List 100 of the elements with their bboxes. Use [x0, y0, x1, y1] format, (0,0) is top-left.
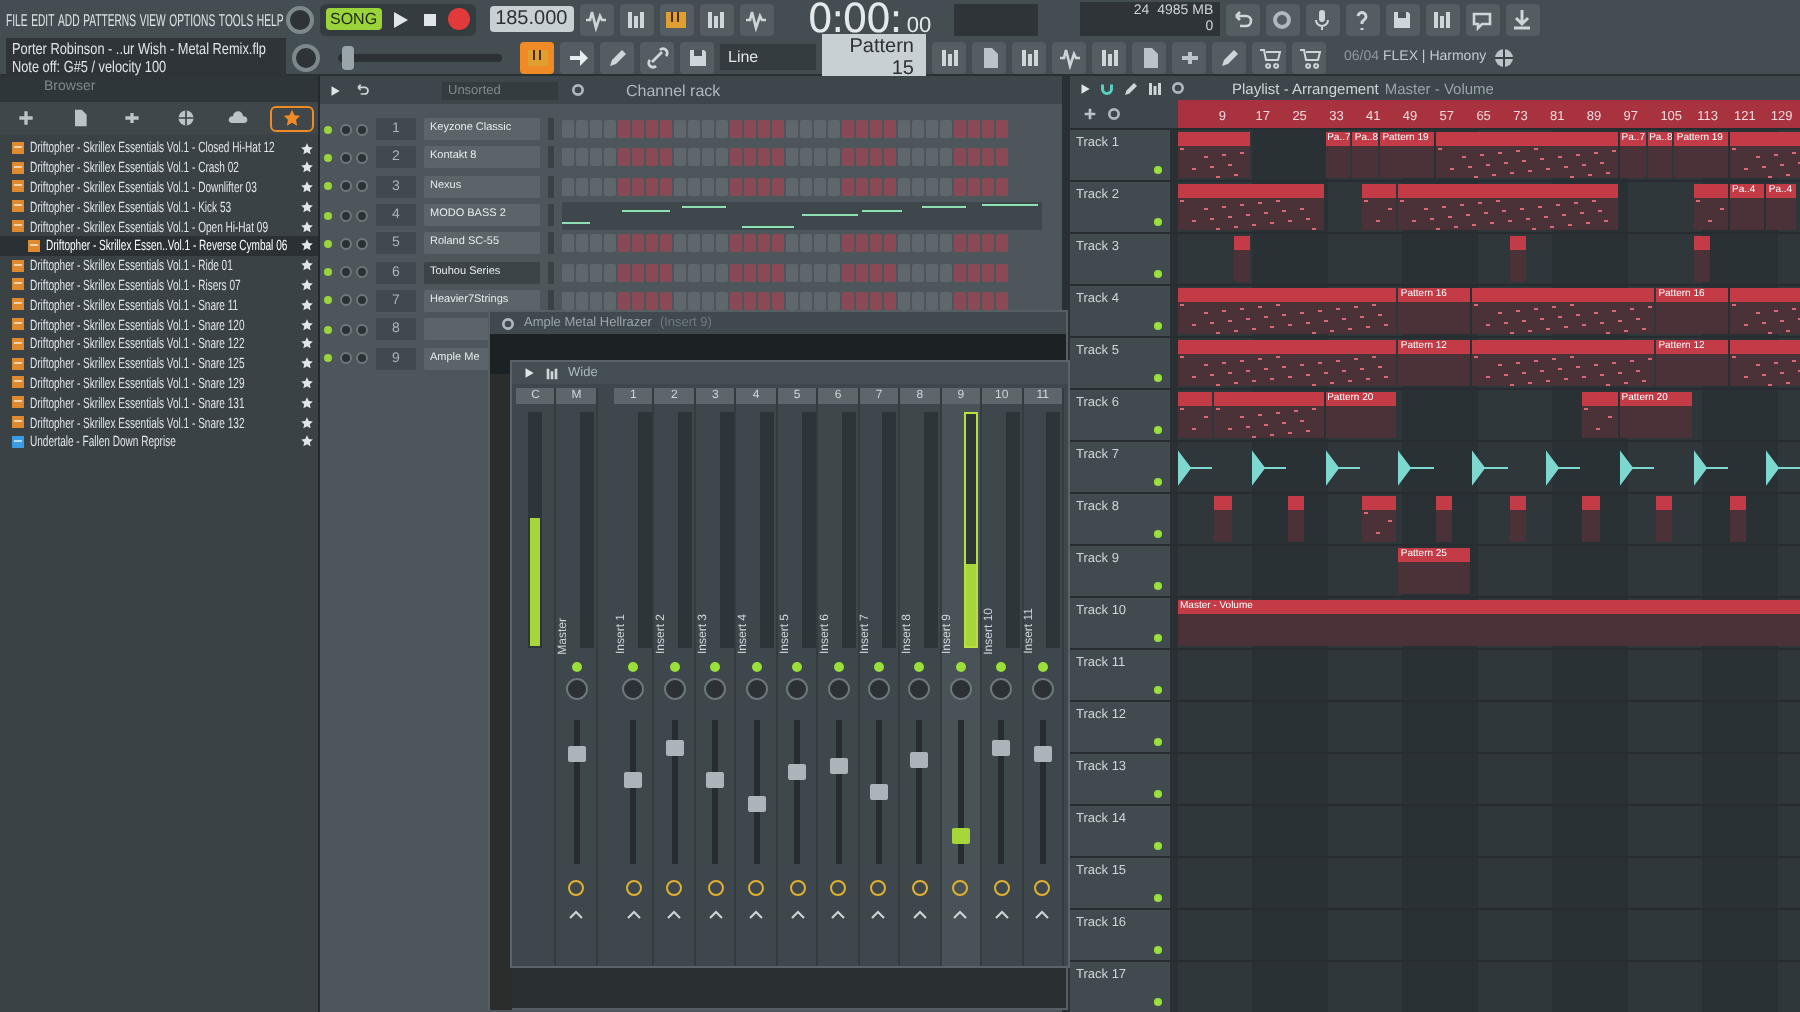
arrow-icon[interactable] [565, 45, 589, 69]
gear-icon[interactable] [500, 315, 516, 331]
pan-knob[interactable] [1031, 678, 1054, 700]
track-lane[interactable] [1178, 234, 1800, 284]
mute-indicator[interactable] [324, 239, 332, 248]
bars-icon[interactable] [1146, 79, 1164, 97]
favorite-star-icon[interactable] [300, 278, 314, 293]
mute-indicator[interactable] [324, 354, 332, 363]
track-enable-led[interactable] [1154, 426, 1162, 434]
favorite-star-icon[interactable] [300, 238, 314, 253]
song-mode-toggle[interactable]: SONG [326, 8, 382, 30]
pan-knob[interactable] [340, 352, 352, 365]
pan-knob[interactable] [340, 180, 352, 193]
pattern-clip[interactable] [1362, 184, 1397, 230]
send-knob[interactable] [911, 880, 928, 896]
send-knob[interactable] [625, 880, 642, 896]
menu-item[interactable]: HELP [256, 9, 284, 29]
pattern-clip[interactable] [1178, 288, 1397, 334]
menu-item[interactable]: TOOLS [218, 9, 254, 29]
slider-thumb[interactable] [341, 45, 354, 69]
fader-handle[interactable] [665, 739, 684, 756]
favorite-star-icon[interactable] [300, 336, 314, 351]
caret-icon[interactable] [707, 908, 724, 920]
microphone-icon[interactable] [1310, 7, 1335, 31]
favorite-star-icon[interactable] [300, 297, 314, 312]
pattern-clip[interactable] [1398, 184, 1618, 230]
enable-led[interactable] [669, 662, 680, 672]
caret-icon[interactable] [748, 908, 765, 920]
mute-indicator[interactable] [324, 268, 332, 277]
track-enable-led[interactable] [1154, 634, 1162, 642]
menu-item[interactable]: OPTIONS [169, 9, 216, 29]
pan-knob[interactable] [704, 678, 727, 700]
record-button[interactable] [447, 8, 470, 30]
pan-knob[interactable] [340, 323, 352, 336]
link-icon[interactable] [645, 45, 669, 69]
mute-indicator[interactable] [324, 153, 332, 162]
pan-knob[interactable] [949, 678, 972, 700]
pattern-clip[interactable] [1509, 496, 1526, 542]
master-volume-knob[interactable] [286, 5, 314, 33]
pencil-icon[interactable] [605, 45, 629, 69]
track-enable-led[interactable] [1154, 946, 1162, 954]
pattern-clip[interactable] [1730, 288, 1800, 334]
caret-icon[interactable] [830, 908, 847, 920]
caret-icon[interactable] [625, 908, 642, 920]
favorite-star-icon[interactable] [300, 258, 314, 273]
volume-knob[interactable] [356, 151, 368, 164]
enable-led[interactable] [628, 662, 639, 672]
pattern-clip[interactable] [1472, 288, 1655, 334]
pan-knob[interactable] [663, 678, 686, 700]
pan-knob[interactable] [340, 266, 352, 279]
volume-knob[interactable] [356, 209, 368, 222]
fader-handle[interactable] [788, 764, 807, 781]
send-knob[interactable] [707, 880, 724, 896]
enable-led[interactable] [571, 662, 582, 672]
pan-knob[interactable] [745, 678, 768, 700]
fader-handle[interactable] [869, 784, 888, 800]
caret-icon[interactable] [993, 908, 1010, 920]
track-enable-led[interactable] [1154, 998, 1162, 1006]
plus-icon[interactable] [1082, 106, 1098, 122]
menu-item[interactable]: PATTERNS [83, 9, 137, 29]
volume-knob[interactable] [356, 294, 368, 307]
pattern-clip[interactable] [1730, 496, 1747, 542]
download-icon[interactable] [1510, 7, 1535, 31]
send-knob[interactable] [748, 880, 765, 896]
volume-knob[interactable] [356, 180, 368, 193]
pattern-clip[interactable] [1362, 496, 1397, 542]
pattern-clip[interactable] [1435, 496, 1452, 542]
menu-item[interactable]: ADD [58, 9, 80, 29]
enable-led[interactable] [710, 662, 721, 672]
pattern-clip[interactable] [1435, 132, 1618, 178]
enable-led[interactable] [833, 662, 844, 672]
pan-knob[interactable] [340, 123, 352, 136]
pattern-clip[interactable] [1582, 392, 1618, 438]
pan-knob[interactable] [908, 678, 931, 700]
volume-knob[interactable] [356, 266, 368, 279]
tempo-display[interactable]: 185.000 [489, 6, 574, 32]
gear-icon[interactable] [1170, 80, 1186, 96]
track-enable-led[interactable] [1154, 738, 1162, 746]
pattern-clip[interactable] [1214, 496, 1232, 542]
favorite-star-icon[interactable] [300, 219, 314, 234]
play-icon[interactable] [1078, 81, 1092, 95]
pattern-clip[interactable] [1178, 184, 1324, 230]
volume-knob[interactable] [356, 237, 368, 250]
enable-led[interactable] [751, 662, 762, 672]
track-lane[interactable] [1178, 442, 1800, 492]
pattern-clip[interactable] [1288, 496, 1305, 542]
track-enable-led[interactable] [1154, 478, 1162, 486]
snap-dropdown[interactable]: Line [720, 44, 816, 70]
send-knob[interactable] [870, 880, 887, 896]
magnet-icon[interactable] [1098, 79, 1116, 97]
mute-indicator[interactable] [324, 296, 332, 305]
favorite-star-icon[interactable] [300, 434, 314, 449]
caret-icon[interactable] [568, 908, 585, 920]
chat-icon[interactable] [1470, 7, 1495, 31]
caret-icon[interactable] [911, 908, 928, 920]
caret-icon[interactable] [952, 908, 969, 920]
pan-knob[interactable] [622, 678, 645, 700]
favorite-star-icon[interactable] [300, 317, 314, 332]
volume-knob[interactable] [356, 323, 368, 336]
fader-handle[interactable] [567, 745, 586, 762]
